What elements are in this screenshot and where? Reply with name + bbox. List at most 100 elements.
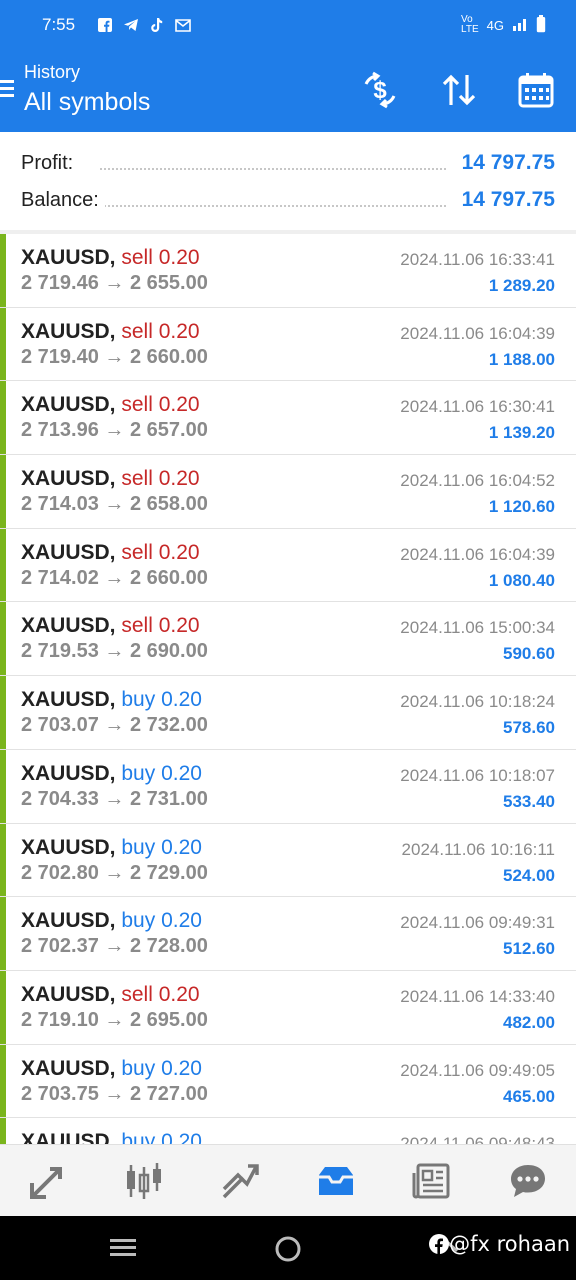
trade-symbol-line: XAUUSD, sell 0.20 <box>21 467 200 491</box>
trade-time: 2024.11.06 16:30:41 <box>400 397 555 417</box>
arrow-icon: → <box>104 419 125 442</box>
trade-row[interactable]: XAUUSD, buy 0.20 2 702.80 → 2 729.00 2024.… <box>0 823 576 898</box>
trade-row[interactable]: XAUUSD, sell 0.20 2 714.02 → 2 660.00 2024… <box>0 528 576 603</box>
close-price: 2 655.00 <box>129 272 208 294</box>
trade-side-label: buy <box>121 835 156 859</box>
trade-indicator-bar <box>0 823 6 897</box>
arrow-icon: → <box>104 345 125 368</box>
trade-symbol-line: XAUUSD, sell 0.20 <box>21 983 200 1007</box>
trade-side-label: buy <box>121 1056 156 1080</box>
trade-symbol-line: XAUUSD, buy 0.20 <box>21 762 202 786</box>
trade-indicator-bar <box>0 307 6 381</box>
trade-indicator-bar <box>0 528 6 602</box>
trade-profit: 524.00 <box>503 865 555 885</box>
trade-row[interactable]: XAUUSD, sell 0.20 2 719.46 → 2 655.00 2024… <box>0 234 576 308</box>
trade-side-label: sell <box>121 982 153 1006</box>
summary-panel: Profit: 14 797.75 Balance: 14 797.75 <box>0 132 576 236</box>
trade-side: sell 0.20 <box>121 320 199 343</box>
trade-row[interactable]: XAUUSD, buy 0.20 2 702.37 → 2 728.00 2024.… <box>0 897 576 971</box>
trade-symbol: XAUUSD, <box>21 761 116 785</box>
trade-symbol-line: XAUUSD, sell 0.20 <box>21 320 200 344</box>
recent-apps-icon[interactable] <box>110 1237 136 1264</box>
chart-icon[interactable] <box>119 1156 169 1206</box>
home-icon[interactable] <box>275 1236 301 1267</box>
trade-time: 2024.11.06 10:18:24 <box>400 692 555 712</box>
trade-side: buy 0.20 <box>121 909 202 932</box>
status-bar: 7:55 Vo LTE 4G <box>0 0 576 50</box>
trade-row[interactable]: XAUUSD, sell 0.20 2 719.40 → 2 660.00 2024… <box>0 307 576 382</box>
open-price: 2 703.75 <box>21 1082 99 1105</box>
trade-volume: 0.20 <box>161 835 202 859</box>
quotes-icon[interactable] <box>23 1156 73 1206</box>
trade-prices: 2 719.40 → 2 660.00 <box>21 346 208 369</box>
trade-indicator-bar <box>0 676 6 749</box>
history-icon[interactable] <box>311 1156 361 1206</box>
trade-volume: 0.20 <box>161 688 202 712</box>
arrow-icon: → <box>104 566 125 589</box>
trade-prices: 2 703.75 → 2 727.00 <box>21 1083 208 1106</box>
trade-volume: 0.20 <box>158 982 200 1006</box>
trade-time: 2024.11.06 16:04:39 <box>400 323 555 343</box>
trade-volume: 0.20 <box>161 761 202 785</box>
trade-icon[interactable] <box>215 1156 265 1206</box>
open-price: 2 719.53 <box>21 640 99 663</box>
trade-time: 2024.11.06 09:48:43 <box>400 1134 555 1144</box>
open-price: 2 704.33 <box>21 787 99 810</box>
open-price: 2 702.37 <box>21 935 99 958</box>
close-price: 2 728.00 <box>129 935 208 958</box>
trade-side: buy 0.20 <box>121 1057 202 1080</box>
trade-symbol: XAUUSD, <box>21 319 116 343</box>
trade-profit: 482.00 <box>503 1012 555 1032</box>
trade-symbol-line: XAUUSD, sell 0.20 <box>21 246 200 270</box>
trade-row[interactable]: XAUUSD, sell 0.20 2 714.03 → 2 658.00 2024… <box>0 455 576 529</box>
trade-row[interactable]: XAUUSD, buy 0.20 2 703.07 → 2 732.00 2024.… <box>0 676 576 750</box>
trade-profit: 1 289.20 <box>488 276 555 295</box>
trade-row[interactable]: XAUUSD, buy 0.20 → 2024.11.06 09:48:43 <box>0 1118 576 1144</box>
trade-side: sell 0.20 <box>121 467 199 490</box>
trade-indicator-bar <box>0 602 6 676</box>
trade-row[interactable]: XAUUSD, buy 0.20 2 704.33 → 2 731.00 2024.… <box>0 749 576 824</box>
messages-icon[interactable] <box>503 1156 553 1206</box>
close-price: 2 657.00 <box>129 419 208 442</box>
trade-side-label: sell <box>121 614 153 638</box>
bottom-navigation <box>0 1144 576 1216</box>
trade-side-label: sell <box>121 393 153 417</box>
trade-profit: 1 188.00 <box>488 349 555 369</box>
trade-side-label: sell <box>121 246 153 269</box>
trade-side-label: buy <box>121 909 156 933</box>
trade-indicator-bar <box>0 749 6 823</box>
arrow-icon: → <box>104 1008 125 1031</box>
arrow-icon: → <box>104 935 125 958</box>
trade-row[interactable]: XAUUSD, sell 0.20 2 719.10 → 2 695.00 2024… <box>0 970 576 1045</box>
trade-side-label: sell <box>121 540 153 564</box>
watermark: @fx rohaan <box>429 1232 570 1259</box>
sort-icon[interactable] <box>437 68 481 112</box>
open-price: 2 714.02 <box>21 566 99 589</box>
dotted-leader <box>100 205 446 207</box>
deposit-withdraw-icon[interactable]: $ <box>358 68 402 112</box>
trade-prices: 2 704.33 → 2 731.00 <box>21 788 208 811</box>
open-price: 2 714.03 <box>21 493 99 516</box>
close-price: 2 731.00 <box>129 787 208 810</box>
balance-value: 14 797.75 <box>455 188 555 212</box>
trade-symbol-line: XAUUSD, buy 0.20 <box>21 1057 202 1081</box>
trade-row[interactable]: XAUUSD, sell 0.20 2 713.96 → 2 657.00 2024… <box>0 381 576 456</box>
news-icon[interactable] <box>407 1156 457 1206</box>
trade-volume: 0.20 <box>158 467 200 491</box>
menu-icon[interactable] <box>0 76 18 102</box>
symbol-selector[interactable]: All symbols <box>24 88 150 117</box>
trade-time: 2024.11.06 10:16:11 <box>401 839 555 859</box>
trade-row[interactable]: XAUUSD, sell 0.20 2 719.53 → 2 690.00 2024… <box>0 602 576 677</box>
open-price: 2 719.10 <box>21 1008 99 1031</box>
trade-side-label: sell <box>121 319 153 343</box>
trade-volume: 0.20 <box>158 319 200 343</box>
arrow-icon: → <box>104 861 125 884</box>
trade-symbol-line: XAUUSD, sell 0.20 <box>21 614 200 638</box>
trade-row[interactable]: XAUUSD, buy 0.20 2 703.75 → 2 727.00 2024.… <box>0 1044 576 1119</box>
trade-time: 2024.11.06 09:49:31 <box>400 913 555 933</box>
trade-symbol: XAUUSD, <box>21 246 116 269</box>
calendar-icon[interactable] <box>514 68 558 112</box>
trade-symbol: XAUUSD, <box>21 835 116 859</box>
close-price: 2 695.00 <box>129 1008 208 1031</box>
arrow-icon: → <box>104 640 125 663</box>
